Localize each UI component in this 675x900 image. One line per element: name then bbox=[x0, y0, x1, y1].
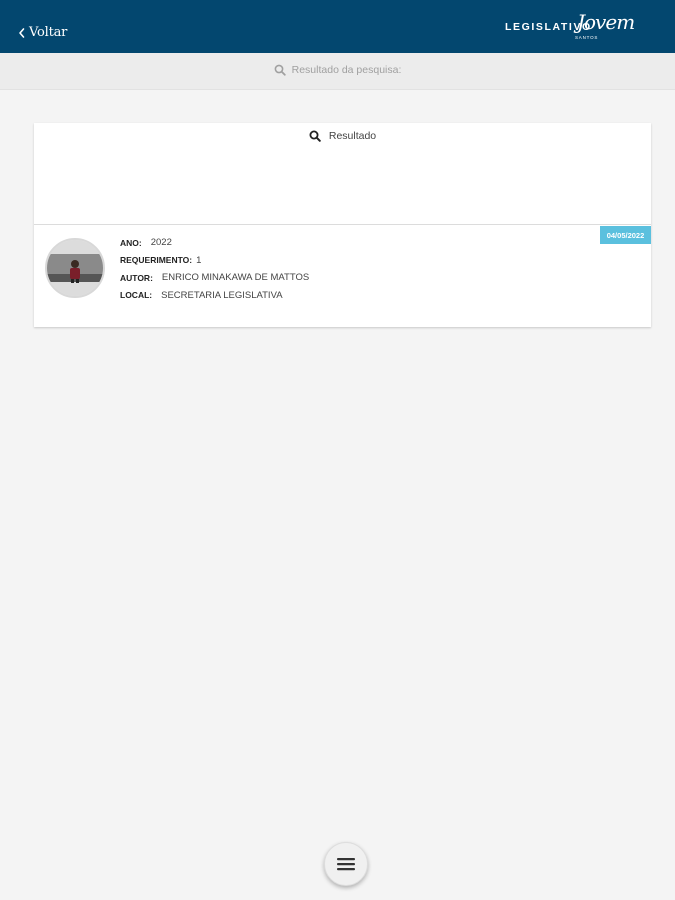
search-result-bar: Resultado da pesquisa: bbox=[0, 53, 675, 90]
result-fields: ANO: 2022 REQUERIMENTO: 1 AUTOR: ENRICO … bbox=[120, 234, 309, 304]
field-ano: ANO: 2022 bbox=[120, 234, 309, 252]
field-requerimento-value: 1 bbox=[196, 254, 202, 266]
brand-logo-city: SANTOS bbox=[575, 35, 599, 40]
field-local-label: LOCAL: bbox=[120, 290, 153, 301]
hamburger-menu-icon bbox=[337, 858, 355, 871]
field-autor-label: AUTOR: bbox=[120, 272, 153, 283]
date-badge: 04/05/2022 bbox=[600, 226, 651, 244]
field-ano-label: ANO: bbox=[120, 237, 142, 248]
menu-button[interactable] bbox=[324, 842, 368, 886]
results-card: Resultado ANO: 2022 REQUERIMENTO: 1 AUTO… bbox=[34, 123, 651, 327]
app-screen: Voltar LEGISLATIVO Jovem SANTOS Resultad… bbox=[0, 0, 675, 900]
chevron-left-icon bbox=[17, 26, 28, 40]
result-item[interactable]: ANO: 2022 REQUERIMENTO: 1 AUTOR: ENRICO … bbox=[34, 225, 651, 327]
field-autor-value: ENRICO MINAKAWA DE MATTOS bbox=[161, 272, 310, 284]
search-icon bbox=[274, 64, 286, 76]
brand-logo: LEGISLATIVO Jovem SANTOS bbox=[505, 10, 635, 42]
search-icon bbox=[309, 130, 321, 142]
field-ano-value: 2022 bbox=[150, 237, 172, 249]
search-result-label: Resultado da pesquisa: bbox=[291, 64, 402, 76]
top-bar: Voltar LEGISLATIVO Jovem SANTOS bbox=[0, 0, 675, 53]
brand-logo-script: Jovem bbox=[577, 10, 635, 34]
field-requerimento-label: REQUERIMENTO: bbox=[120, 255, 193, 266]
results-card-header: Resultado bbox=[34, 123, 651, 225]
back-button-label: Voltar bbox=[29, 25, 68, 40]
field-requerimento: REQUERIMENTO: 1 bbox=[120, 252, 309, 270]
avatar bbox=[45, 238, 105, 298]
field-local: LOCAL: SECRETARIA LEGISLATIVA bbox=[120, 287, 309, 305]
back-button[interactable]: Voltar bbox=[17, 25, 67, 40]
field-autor: AUTOR: ENRICO MINAKAWA DE MATTOS bbox=[120, 269, 309, 287]
results-card-title: Resultado bbox=[328, 130, 377, 142]
field-local-value: SECRETARIA LEGISLATIVA bbox=[161, 289, 283, 301]
